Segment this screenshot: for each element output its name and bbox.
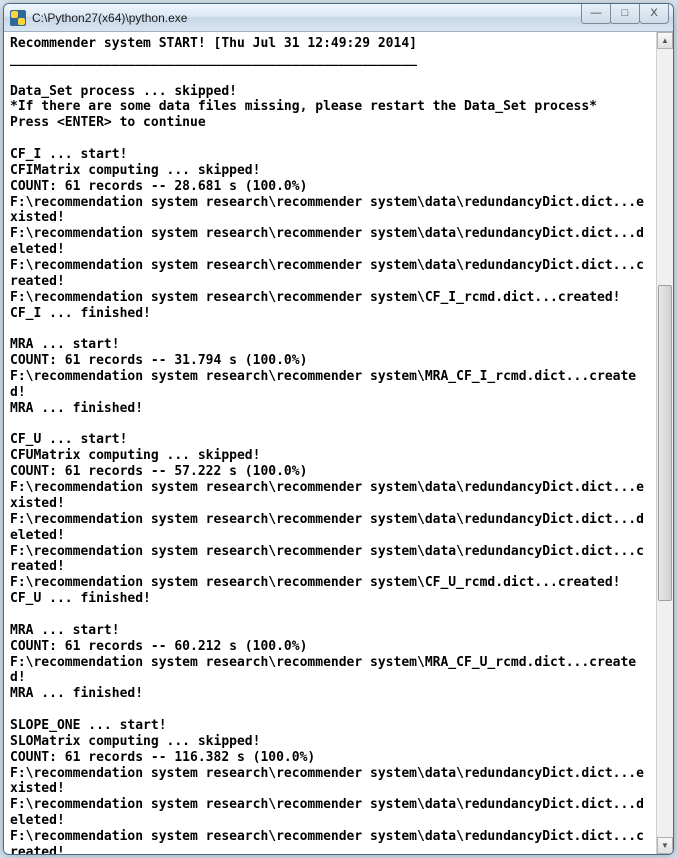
maximize-button[interactable]: □ (610, 4, 640, 24)
chevron-up-icon: ▲ (661, 36, 669, 45)
console-area: Recommender system START! [Thu Jul 31 12… (4, 32, 673, 854)
close-icon: X (650, 8, 657, 19)
titlebar[interactable]: C:\Python27(x64)\python.exe — □ X (4, 4, 673, 32)
scroll-track[interactable] (657, 49, 673, 837)
console-window: C:\Python27(x64)\python.exe — □ X Recomm… (3, 3, 674, 855)
python-icon (10, 10, 26, 26)
console-output[interactable]: Recommender system START! [Thu Jul 31 12… (4, 32, 656, 854)
chevron-down-icon: ▼ (661, 841, 669, 850)
minimize-icon: — (591, 8, 602, 19)
minimize-button[interactable]: — (581, 4, 611, 24)
maximize-icon: □ (622, 8, 629, 19)
scroll-up-button[interactable]: ▲ (657, 32, 673, 49)
vertical-scrollbar[interactable]: ▲ ▼ (656, 32, 673, 854)
window-controls: — □ X (582, 4, 669, 24)
window-title: C:\Python27(x64)\python.exe (32, 11, 187, 25)
scroll-down-button[interactable]: ▼ (657, 837, 673, 854)
scroll-thumb[interactable] (658, 285, 672, 600)
close-button[interactable]: X (639, 4, 669, 24)
